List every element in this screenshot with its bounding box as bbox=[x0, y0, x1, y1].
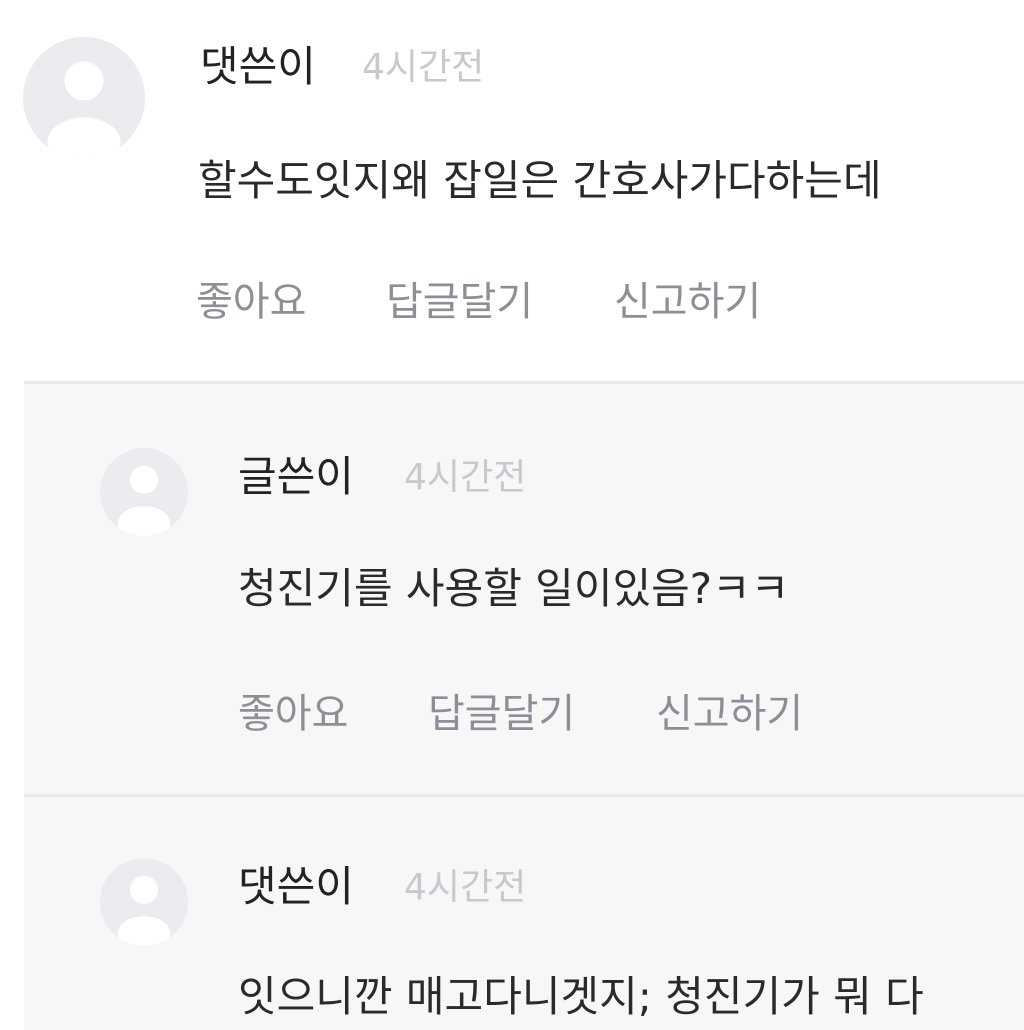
reply-time: 4시간전 bbox=[404, 867, 527, 908]
reply-author[interactable]: 글쓴이 bbox=[238, 456, 354, 498]
avatar[interactable] bbox=[100, 858, 188, 946]
like-button[interactable]: 좋아요 bbox=[238, 694, 348, 734]
reply-time: 4시간전 bbox=[404, 457, 527, 498]
comment-text: 할수도잇지왜 잡일은 간호사가다하는데 bbox=[198, 156, 882, 205]
reply-button[interactable]: 답글달기 bbox=[386, 282, 533, 322]
reply-text: 청진기를 사용할 일이있음?ㅋㅋ bbox=[238, 564, 790, 613]
reply-button[interactable]: 답글달기 bbox=[428, 694, 575, 734]
avatar[interactable] bbox=[100, 448, 188, 536]
reply-author[interactable]: 댓쓴이 bbox=[238, 866, 354, 908]
user-silhouette-icon bbox=[47, 61, 121, 159]
comment-time: 4시간전 bbox=[362, 47, 485, 88]
report-button[interactable]: 신고하기 bbox=[656, 694, 803, 734]
comment-author[interactable]: 댓쓴이 bbox=[200, 46, 316, 88]
report-button[interactable]: 신고하기 bbox=[614, 282, 761, 322]
avatar[interactable] bbox=[23, 37, 145, 159]
user-silhouette-icon bbox=[117, 465, 171, 536]
comment-item: 댓쓴이 4시간전 할수도잇지왜 잡일은 간호사가다하는데 좋아요 답글달기 신고… bbox=[0, 0, 1024, 384]
comment-thread: 댓쓴이 4시간전 할수도잇지왜 잡일은 간호사가다하는데 좋아요 답글달기 신고… bbox=[0, 0, 1024, 1030]
like-button[interactable]: 좋아요 bbox=[196, 282, 306, 322]
divider bbox=[24, 381, 1024, 384]
user-silhouette-icon bbox=[117, 875, 171, 946]
divider bbox=[24, 794, 1024, 797]
reply-text: 잇으니깐 매고다니겟지; 청진기가 뭐 다 bbox=[238, 972, 924, 1021]
